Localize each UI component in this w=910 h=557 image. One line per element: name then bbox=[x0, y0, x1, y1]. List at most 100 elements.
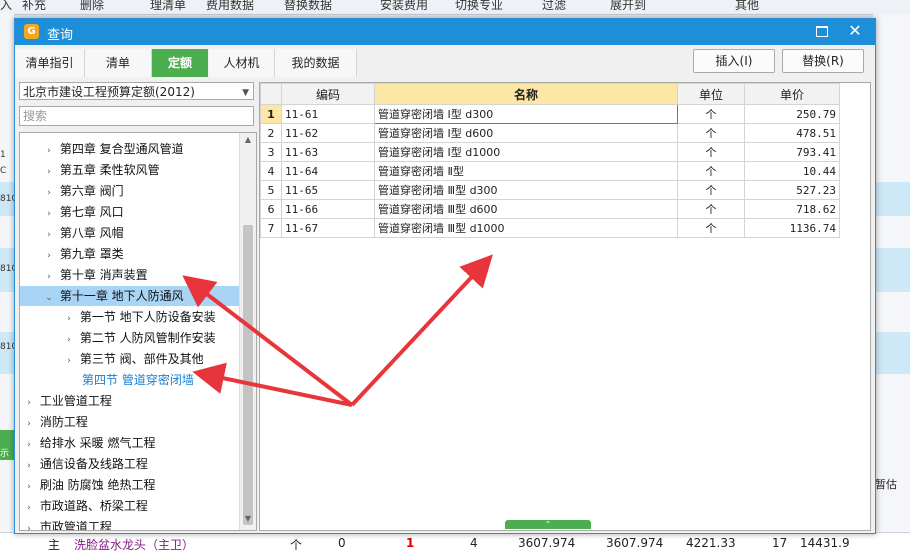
bg-toolbar-item[interactable]: 切换专业 bbox=[455, 0, 503, 13]
expand-arrow-icon[interactable]: › bbox=[62, 309, 76, 329]
row-price[interactable]: 478.51 bbox=[744, 123, 840, 143]
bg-toolbar-item[interactable]: 删除 bbox=[80, 0, 104, 13]
table-row[interactable]: 5 11-65 管道穿密闭墙 Ⅲ型 d300 个 527.23 bbox=[260, 180, 840, 200]
row-code[interactable]: 11-61 bbox=[281, 104, 375, 124]
expand-arrow-icon[interactable]: › bbox=[62, 351, 76, 371]
expand-arrow-icon[interactable]: › bbox=[42, 246, 56, 266]
expand-arrow-icon[interactable]: › bbox=[42, 267, 56, 287]
row-name[interactable]: 管道穿密闭墙 Ⅲ型 d1000 bbox=[374, 218, 678, 238]
row-price[interactable]: 1136.74 bbox=[744, 218, 840, 238]
row-code[interactable]: 11-67 bbox=[281, 218, 375, 238]
row-unit[interactable]: 个 bbox=[677, 199, 745, 219]
row-price[interactable]: 718.62 bbox=[744, 199, 840, 219]
tree-node[interactable]: › 消防工程 bbox=[20, 412, 88, 432]
tree-node[interactable]: › 第一节 地下人防设备安装 bbox=[20, 307, 215, 329]
bg-toolbar-item[interactable]: 补充 bbox=[22, 0, 46, 13]
table-row[interactable]: 1 11-61 管道穿密闭墙 Ⅰ型 d300 个 250.79 bbox=[260, 104, 840, 124]
col-header-code[interactable]: 编码 bbox=[281, 83, 375, 105]
bg-toolbar-item[interactable]: 安装费用 bbox=[380, 0, 428, 13]
expand-arrow-icon[interactable]: › bbox=[22, 414, 36, 434]
table-row[interactable]: 4 11-64 管道穿密闭墙 Ⅱ型 个 10.44 bbox=[260, 161, 840, 181]
bg-toolbar-item[interactable]: 展开到 bbox=[610, 0, 646, 13]
expand-arrow-icon[interactable]: › bbox=[22, 435, 36, 455]
tab-labor-material[interactable]: 人材机 bbox=[209, 49, 275, 77]
dialog-titlebar[interactable]: G 查询 ✕ bbox=[15, 19, 875, 45]
col-header-name[interactable]: 名称 bbox=[374, 83, 678, 105]
tree-node[interactable]: › 第九章 罩类 bbox=[20, 244, 123, 266]
row-unit[interactable]: 个 bbox=[677, 123, 745, 143]
tree-node[interactable]: › 市政道路、桥梁工程 bbox=[20, 496, 148, 516]
tree-scrollbar[interactable]: ▲ ▼ bbox=[239, 133, 256, 530]
bg-toolbar-item[interactable]: 其他 bbox=[735, 0, 759, 13]
tab-list-guide[interactable]: 清单指引 bbox=[15, 49, 85, 77]
collapse-panel-handle[interactable]: ⌃ bbox=[505, 520, 591, 529]
row-code[interactable]: 11-65 bbox=[281, 180, 375, 200]
tree-node[interactable]: › 第二节 人防风管制作安装 bbox=[20, 328, 215, 350]
close-icon[interactable]: ✕ bbox=[845, 21, 865, 40]
tree-node[interactable]: › 第三节 阀、部件及其他 bbox=[20, 349, 203, 371]
col-header-unit[interactable]: 单位 bbox=[677, 83, 745, 105]
tree-leaf-node[interactable]: 第四节 管道穿密闭墙 bbox=[82, 370, 194, 390]
bg-toolbar-item[interactable]: 费用数据 bbox=[206, 0, 254, 13]
expand-arrow-icon[interactable]: › bbox=[42, 141, 56, 161]
row-unit[interactable]: 个 bbox=[677, 180, 745, 200]
row-name[interactable]: 管道穿密闭墙 Ⅲ型 d600 bbox=[374, 199, 678, 219]
table-row[interactable]: 2 11-62 管道穿密闭墙 Ⅰ型 d600 个 478.51 bbox=[260, 123, 840, 143]
tree-node[interactable]: › 通信设备及线路工程 bbox=[20, 454, 148, 474]
row-code[interactable]: 11-64 bbox=[281, 161, 375, 181]
collapse-arrow-icon[interactable]: ⌄ bbox=[42, 288, 56, 308]
bg-toolbar-item[interactable]: 理清单 bbox=[150, 0, 186, 13]
row-unit[interactable]: 个 bbox=[677, 142, 745, 162]
table-row[interactable]: 3 11-63 管道穿密闭墙 Ⅰ型 d1000 个 793.41 bbox=[260, 142, 840, 162]
expand-arrow-icon[interactable]: › bbox=[42, 225, 56, 245]
bg-toolbar-item[interactable]: 入 bbox=[0, 0, 12, 13]
bg-toolbar-item[interactable]: 过滤 bbox=[542, 0, 566, 13]
row-price[interactable]: 10.44 bbox=[744, 161, 840, 181]
tree-node[interactable]: › 工业管道工程 bbox=[20, 391, 112, 411]
quota-library-select[interactable]: 北京市建设工程预算定额(2012) ▼ bbox=[19, 82, 254, 100]
tab-quota[interactable]: 定额 bbox=[152, 49, 208, 77]
col-header-price[interactable]: 单价 bbox=[744, 83, 840, 105]
scrollbar-thumb[interactable] bbox=[243, 225, 253, 525]
tree-node[interactable]: › 第十章 消声装置 bbox=[20, 265, 147, 287]
tree-node[interactable]: › 第六章 阀门 bbox=[20, 181, 123, 203]
row-name[interactable]: 管道穿密闭墙 Ⅰ型 d1000 bbox=[374, 142, 678, 162]
scroll-up-icon[interactable]: ▲ bbox=[240, 135, 256, 149]
tree-node[interactable]: › 刷油 防腐蚀 绝热工程 bbox=[20, 475, 155, 495]
row-price[interactable]: 793.41 bbox=[744, 142, 840, 162]
tree-node[interactable]: › 市政管道工程 bbox=[20, 517, 112, 530]
row-unit[interactable]: 个 bbox=[677, 218, 745, 238]
table-row[interactable]: 7 11-67 管道穿密闭墙 Ⅲ型 d1000 个 1136.74 bbox=[260, 218, 840, 238]
expand-arrow-icon[interactable]: › bbox=[62, 330, 76, 350]
maximize-icon[interactable] bbox=[815, 25, 829, 37]
expand-arrow-icon[interactable]: › bbox=[42, 162, 56, 182]
tree-node[interactable]: › 第七章 风口 bbox=[20, 202, 123, 224]
row-unit[interactable]: 个 bbox=[677, 104, 745, 124]
row-name[interactable]: 管道穿密闭墙 Ⅰ型 d300 bbox=[374, 104, 678, 124]
expand-arrow-icon[interactable]: › bbox=[42, 204, 56, 224]
row-name[interactable]: 管道穿密闭墙 Ⅲ型 d300 bbox=[374, 180, 678, 200]
expand-arrow-icon[interactable]: › bbox=[22, 498, 36, 518]
expand-arrow-icon[interactable]: › bbox=[22, 393, 36, 413]
tree-node[interactable]: › 第八章 风帽 bbox=[20, 223, 123, 245]
row-price[interactable]: 527.23 bbox=[744, 180, 840, 200]
tab-list[interactable]: 清单 bbox=[85, 49, 152, 77]
tree-node[interactable]: › 第五章 柔性软风管 bbox=[20, 160, 159, 182]
row-name[interactable]: 管道穿密闭墙 Ⅰ型 d600 bbox=[374, 123, 678, 143]
tree-node[interactable]: › 给排水 采暖 燃气工程 bbox=[20, 433, 155, 453]
tree-node[interactable]: › 第四章 复合型通风管道 bbox=[20, 139, 183, 161]
bg-toolbar-item[interactable]: 替换数据 bbox=[284, 0, 332, 13]
row-unit[interactable]: 个 bbox=[677, 161, 745, 181]
expand-arrow-icon[interactable]: › bbox=[42, 183, 56, 203]
row-price[interactable]: 250.79 bbox=[744, 104, 840, 124]
replace-button[interactable]: 替换(R) bbox=[782, 49, 864, 73]
row-code[interactable]: 11-63 bbox=[281, 142, 375, 162]
insert-button[interactable]: 插入(I) bbox=[693, 49, 775, 73]
tree-node-selected[interactable]: ⌄ 第十一章 地下人防通风 bbox=[20, 286, 239, 306]
table-row[interactable]: 6 11-66 管道穿密闭墙 Ⅲ型 d600 个 718.62 bbox=[260, 199, 840, 219]
tab-my-data[interactable]: 我的数据 bbox=[275, 49, 357, 77]
row-code[interactable]: 11-66 bbox=[281, 199, 375, 219]
expand-arrow-icon[interactable]: › bbox=[22, 456, 36, 476]
row-code[interactable]: 11-62 bbox=[281, 123, 375, 143]
row-name[interactable]: 管道穿密闭墙 Ⅱ型 bbox=[374, 161, 678, 181]
